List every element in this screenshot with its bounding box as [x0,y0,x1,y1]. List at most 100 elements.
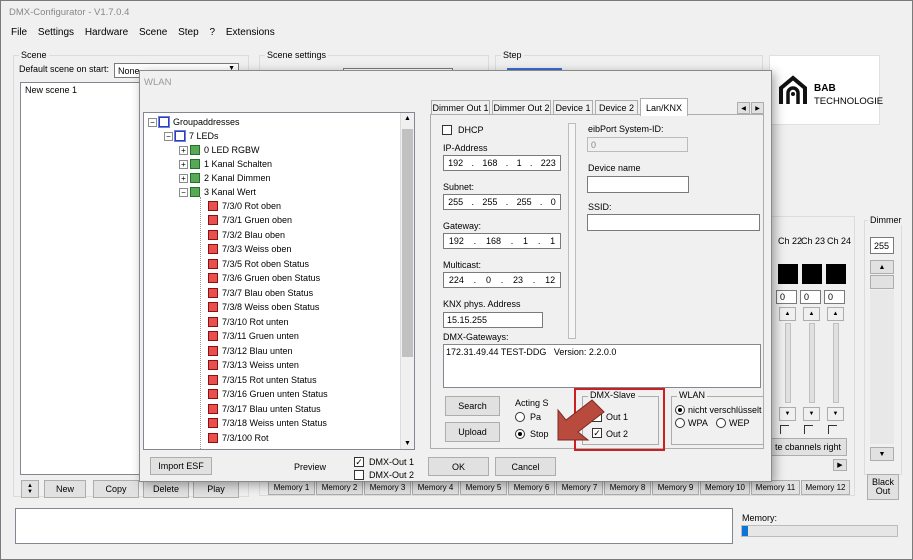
wlan-unencrypted-radio[interactable] [675,405,685,415]
channel-23-down-button[interactable]: ▼ [803,407,820,421]
subnet-field[interactable]: 255. 255. 255. 0 [443,194,561,210]
dmx-gateways-list[interactable]: 172.31.49.44 TEST-DDG Version: 2.2.0.0 [443,344,761,388]
ok-button[interactable]: OK [428,457,489,476]
tree-scrollbar[interactable]: ▲ ▼ [400,113,414,449]
import-esf-button[interactable]: Import ESF [150,457,212,475]
channel-23-slider[interactable] [809,323,815,403]
collapse-icon[interactable]: − [164,131,173,141]
tree-leaf[interactable]: 7/3/6 Gruen oben Status [208,271,320,285]
tree-leaf[interactable]: 7/3/100 Rot [208,431,269,445]
channel-22-checkbox[interactable] [780,425,789,434]
memory-4-button[interactable]: Memory 4 [412,480,459,495]
scroll-thumb[interactable] [402,129,413,357]
memory-12-button[interactable]: Memory 12 [801,480,850,495]
tree-leaf[interactable]: 7/3/12 Blau unten [208,344,293,358]
tree-leaf[interactable]: 7/3/2 Blau oben [208,228,285,242]
scroll-down-icon[interactable]: ▼ [404,440,411,447]
expand-icon[interactable]: + [179,159,188,169]
menu-scene[interactable]: Scene [139,27,167,38]
acting-stop-radio[interactable] [515,429,525,439]
copy-scene-button[interactable]: Copy [93,480,139,498]
tree-leaf[interactable]: 7/3/11 Gruen unten [208,329,299,343]
memory-7-button[interactable]: Memory 7 [556,480,603,495]
tree-level1[interactable]: − 7 LEDs [164,129,219,143]
multicast-field[interactable]: 224. 0. 23. 12 [443,272,561,288]
scene-spin-button[interactable]: ▲ ▼ [21,480,39,498]
channel-22-down-button[interactable]: ▼ [779,407,796,421]
collapse-icon[interactable]: − [148,117,157,127]
groupaddress-tree[interactable]: − Groupaddresses − 7 LEDs + 0 LED RGBW +… [143,112,415,450]
channel-23-value[interactable]: 0 [800,290,821,304]
memory-2-button[interactable]: Memory 2 [316,480,363,495]
memory-1-button[interactable]: Memory 1 [268,480,315,495]
ip-address-field[interactable]: 192. 168. 1. 223 [443,155,561,171]
dimmer-up-button[interactable]: ▲ [870,260,894,274]
channel-23-up-button[interactable]: ▲ [803,307,820,321]
tree-leaf[interactable]: 7/3/10 Rot unten [208,315,289,329]
scroll-up-icon[interactable]: ▲ [404,115,411,122]
expand-icon[interactable]: + [179,173,188,183]
wlan-wep-radio[interactable] [716,418,726,428]
ssid-field[interactable] [587,214,760,231]
memory-9-button[interactable]: Memory 9 [652,480,699,495]
black-out-button[interactable]: Black Out [867,474,899,500]
new-scene-button[interactable]: New [44,480,86,498]
tree-leaf[interactable]: 7/3/0 Rot oben [208,199,281,213]
tree-leaf[interactable]: 7/3/7 Blau oben Status [208,286,313,300]
delete-scene-button[interactable]: Delete [143,480,189,498]
tree-level2-item[interactable]: + 1 Kanal Schalten [179,157,272,171]
tab-scroll-left[interactable]: ◀ [737,102,750,114]
tree-level2-item[interactable]: + 2 Kanal Dimmen [179,171,271,185]
preview-dmx-out1-checkbox[interactable]: ✓ [354,457,364,467]
preview-dmx-out2-checkbox[interactable] [354,470,364,480]
knx-address-field[interactable]: 15.15.255 [443,312,543,328]
menu-step[interactable]: Step [178,27,199,38]
channel-22-value[interactable]: 0 [776,290,797,304]
memory-6-button[interactable]: Memory 6 [508,480,555,495]
dimmer-slider-track[interactable] [870,290,894,444]
device-name-field[interactable] [587,176,689,193]
tree-leaf[interactable]: 7/3/8 Weiss oben Status [208,300,319,314]
channels-right-button[interactable]: te cbannels right [769,438,847,456]
channel-24-checkbox[interactable] [828,425,837,434]
memory-5-button[interactable]: Memory 5 [460,480,507,495]
menu-hardware[interactable]: Hardware [85,27,128,38]
tree-leaf[interactable]: 7/3/1 Gruen oben [208,213,292,227]
menu-extensions[interactable]: Extensions [226,27,275,38]
channel-22-up-button[interactable]: ▲ [779,307,796,321]
scene-list-item[interactable]: New scene 1 [25,85,77,95]
channel-22-slider[interactable] [785,323,791,403]
memory-10-button[interactable]: Memory 10 [700,480,750,495]
expand-icon[interactable]: + [179,145,188,155]
acting-pa-radio[interactable] [515,412,525,422]
tree-leaf[interactable]: 7/3/17 Blau unten Status [208,402,321,416]
wlan-wpa-radio[interactable] [675,418,685,428]
dmx-gateway-entry[interactable]: 172.31.49.44 TEST-DDG Version: 2.2.0.0 [446,347,616,357]
tree-leaf[interactable]: 7/3/13 Weiss unten [208,358,299,372]
tree-level2-item[interactable]: − 3 Kanal Wert [179,185,256,199]
tree-leaf[interactable]: 7/3/18 Weiss unten Status [208,416,327,430]
tab-scroll-right[interactable]: ▶ [751,102,764,114]
tab-dimmer-out-2[interactable]: Dimmer Out 2 [492,100,551,115]
tab-dimmer-out-1[interactable]: Dimmer Out 1 [431,100,490,115]
tree-level2-item[interactable]: + 0 LED RGBW [179,143,260,157]
channel-24-up-button[interactable]: ▲ [827,307,844,321]
collapse-icon[interactable]: − [179,187,188,197]
tree-root[interactable]: − Groupaddresses [148,115,240,129]
tab-device-2[interactable]: Device 2 [595,100,638,115]
gateway-field[interactable]: 192. 168. 1. 1 [443,233,561,249]
channel-24-value[interactable]: 0 [824,290,845,304]
menu-file[interactable]: File [11,27,27,38]
dimmer-value[interactable]: 255 [870,237,894,254]
search-button[interactable]: Search [445,396,500,416]
menu-help[interactable]: ? [209,27,215,38]
channel-24-down-button[interactable]: ▼ [827,407,844,421]
tab-device-1[interactable]: Device 1 [553,100,593,115]
cancel-button[interactable]: Cancel [495,457,556,476]
dimmer-slider-thumb[interactable] [870,275,894,289]
dimmer-down-button[interactable]: ▼ [870,447,894,461]
tree-leaf[interactable]: 7/3/15 Rot unten Status [208,373,317,387]
menu-settings[interactable]: Settings [38,27,74,38]
channel-24-slider[interactable] [833,323,839,403]
memory-11-button[interactable]: Memory 11 [751,480,800,495]
